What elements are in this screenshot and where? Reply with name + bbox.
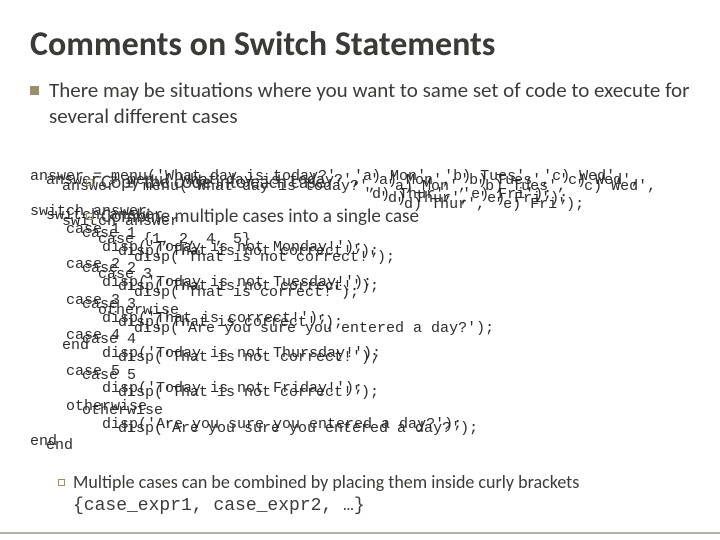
footer-text: Multiple cases can be combined by placin… (73, 472, 690, 518)
sub-bullet-1: Copy the code into each case (86, 171, 325, 195)
square-bullet-icon (30, 86, 39, 95)
footer-sub-bullet: Multiple cases can be combined by placin… (58, 472, 690, 518)
bottom-rule (0, 532, 720, 534)
footer-text-a: Multiple cases can be combined by placin… (73, 471, 579, 493)
bullet-main-row: There may be situations where you want t… (30, 77, 690, 130)
sub-bullet-2: Combine multiple cases into a single cas… (86, 205, 419, 229)
slide-title: Comments on Switch Statements (30, 24, 690, 65)
hollow-square-icon (86, 179, 93, 186)
footer-code-inline: {case_expr1, case_expr2, …} (73, 496, 365, 516)
sub-bullet-1-text: Copy the code into each case (101, 171, 325, 195)
hollow-square-icon (58, 479, 65, 486)
sub-bullet-2-text: Combine multiple cases into a single cas… (101, 205, 419, 229)
slide-container: Comments on Switch Statements There may … (0, 0, 720, 540)
bullet-main-text: There may be situations where you want t… (49, 77, 690, 130)
hollow-square-icon (86, 213, 93, 220)
